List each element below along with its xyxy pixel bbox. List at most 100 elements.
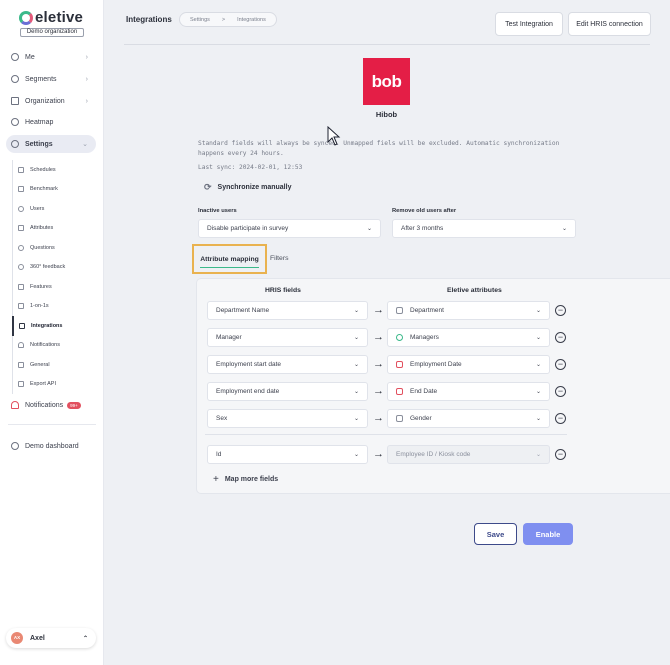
- segments-icon: [11, 75, 19, 83]
- building-icon: [11, 97, 19, 105]
- sidebar-item-demo-dashboard[interactable]: Demo dashboard: [6, 437, 96, 455]
- sidebar-item-label: Settings: [25, 140, 53, 148]
- chat-icon: [18, 303, 24, 310]
- remove-mapping-icon[interactable]: −: [555, 413, 566, 424]
- chevron-down-icon: ⌄: [561, 226, 567, 232]
- breadcrumb-integrations: Integrations: [237, 16, 266, 23]
- hris-field-select[interactable]: Department Name ⌄: [207, 301, 368, 320]
- sidebar-item-label: Segments: [25, 75, 57, 83]
- sidebar-item-label: Features: [30, 283, 52, 290]
- breadcrumb-settings[interactable]: Settings: [190, 17, 210, 23]
- sidebar-item-users[interactable]: Users: [13, 199, 96, 219]
- sidebar-item-settings[interactable]: Settings ⌄: [6, 135, 96, 153]
- save-button[interactable]: Save: [474, 523, 517, 545]
- sidebar-item-notifications-main[interactable]: Notifications 99+: [6, 396, 96, 414]
- remove-mapping-icon[interactable]: −: [555, 332, 566, 343]
- sidebar-item-integrations[interactable]: Integrations: [12, 316, 96, 336]
- sidebar-item-general[interactable]: General: [13, 355, 96, 375]
- attribute-icon: [396, 307, 403, 314]
- mapping-row: Employment end date ⌄ → End Date ⌄ −: [197, 382, 670, 401]
- edit-hris-connection-button[interactable]: Edit HRIS connection: [568, 12, 651, 36]
- managers-icon: [396, 334, 403, 341]
- hris-field-select[interactable]: Sex ⌄: [207, 409, 368, 428]
- eletive-attribute-select[interactable]: Department ⌄: [387, 301, 550, 320]
- bell-icon: [18, 342, 24, 349]
- sidebar-item-label: Questions: [30, 244, 55, 251]
- remove-mapping-icon[interactable]: −: [555, 386, 566, 397]
- eletive-attribute-select[interactable]: Managers ⌄: [387, 328, 550, 347]
- sidebar-item-label: Export API: [30, 381, 56, 388]
- enable-button[interactable]: Enable: [523, 523, 573, 545]
- sidebar-item-questions[interactable]: Questions: [13, 238, 96, 258]
- hibob-logo: bob: [363, 58, 410, 105]
- tag-icon: [18, 225, 24, 232]
- sidebar-item-features[interactable]: Features: [13, 277, 96, 297]
- chevron-down-icon: ⌄: [353, 335, 359, 341]
- sidebar-item-segments[interactable]: Segments ›: [6, 70, 96, 88]
- active-tab-underline: [200, 266, 259, 268]
- sidebar-item-label: Attributes: [30, 225, 54, 232]
- sidebar-item-heatmap[interactable]: Heatmap: [6, 113, 96, 131]
- synchronize-manually-label: Synchronize manually: [217, 183, 292, 191]
- chevron-down-icon: ⌄: [535, 335, 541, 341]
- tab-filters[interactable]: Filters: [270, 255, 289, 262]
- chevron-down-icon: ⌄: [353, 389, 359, 395]
- sidebar-item-1-on-1s[interactable]: 1-on-1s: [13, 297, 96, 317]
- sidebar-item-schedules[interactable]: Schedules: [13, 160, 96, 180]
- hris-field-select[interactable]: Employment end date ⌄: [207, 382, 368, 401]
- sidebar-item-notifications[interactable]: Notifications: [13, 336, 96, 356]
- mapping-row-fixed: Id ⌄ → Employee ID / Kiosk code ⌄ −: [197, 445, 670, 464]
- organization-badge[interactable]: Demo organization: [20, 28, 84, 37]
- inactive-users-value: Disable participate in survey: [207, 225, 289, 232]
- user-menu[interactable]: AX Axel ⌃: [6, 628, 96, 648]
- heatmap-icon: [11, 118, 19, 126]
- eletive-logo[interactable]: eletive: [19, 9, 83, 26]
- arrow-right-icon: →: [373, 385, 384, 397]
- chevron-down-icon: ⌄: [353, 308, 359, 314]
- eletive-attribute-select[interactable]: End Date ⌄: [387, 382, 550, 401]
- remove-mapping-icon[interactable]: −: [555, 305, 566, 316]
- sidebar-item-label: Users: [30, 205, 45, 212]
- chevron-down-icon: ⌄: [353, 416, 359, 422]
- avatar: AX: [11, 632, 23, 644]
- sidebar-item-label: Organization: [25, 97, 65, 105]
- user-circle-icon: [11, 53, 19, 61]
- test-integration-button[interactable]: Test Integration: [495, 12, 563, 36]
- remove-mapping-icon[interactable]: −: [555, 359, 566, 370]
- eletive-attribute-select[interactable]: Gender ⌄: [387, 409, 550, 428]
- chevron-up-icon: ⌃: [82, 635, 88, 642]
- eletive-attribute-select[interactable]: Employment Date ⌄: [387, 355, 550, 374]
- sidebar-item-label: Benchmark: [30, 186, 58, 193]
- hris-field-select[interactable]: Id ⌄: [207, 445, 368, 464]
- refresh-icon: ⟳: [204, 181, 212, 192]
- sidebar-item-label: Heatmap: [25, 118, 54, 126]
- export-icon: [18, 381, 24, 388]
- sidebar-item-organization[interactable]: Organization ›: [6, 92, 96, 110]
- hris-field-value: Employment end date: [216, 388, 280, 395]
- hris-field-value: Manager: [216, 334, 242, 341]
- inactive-users-label: Inactive users: [198, 208, 237, 214]
- attribute-icon: [396, 415, 403, 422]
- sidebar-item-benchmark[interactable]: Benchmark: [13, 180, 96, 200]
- eletive-attribute-value: Managers: [410, 334, 439, 341]
- synchronize-manually-button[interactable]: ⟳ Synchronize manually: [204, 181, 291, 193]
- hris-field-select[interactable]: Manager ⌄: [207, 328, 368, 347]
- map-more-fields-button[interactable]: + Map more fields: [213, 474, 278, 485]
- sidebar-item-360-feedback[interactable]: 360° feedback: [13, 258, 96, 278]
- remove-mapping-icon[interactable]: −: [555, 449, 566, 460]
- sidebar-item-label: Notifications: [25, 401, 64, 409]
- arrow-right-icon: →: [373, 331, 384, 343]
- inactive-users-select[interactable]: Disable participate in survey ⌄: [198, 219, 381, 238]
- tab-attribute-mapping[interactable]: Attribute mapping: [192, 244, 267, 274]
- remove-old-users-value: After 3 months: [401, 225, 444, 232]
- remove-old-users-select[interactable]: After 3 months ⌄: [392, 219, 576, 238]
- sidebar-item-label: 360° feedback: [30, 264, 66, 271]
- sidebar-item-attributes[interactable]: Attributes: [13, 219, 96, 239]
- sidebar-item-export-api[interactable]: Export API: [13, 375, 96, 395]
- arrow-right-icon: →: [373, 448, 384, 460]
- arrow-right-icon: →: [373, 358, 384, 370]
- sidebar-item-me[interactable]: Me ›: [6, 48, 96, 66]
- chevron-right-icon: ›: [85, 75, 88, 83]
- page-title: Integrations: [126, 15, 172, 24]
- hris-field-select[interactable]: Employment start date ⌄: [207, 355, 368, 374]
